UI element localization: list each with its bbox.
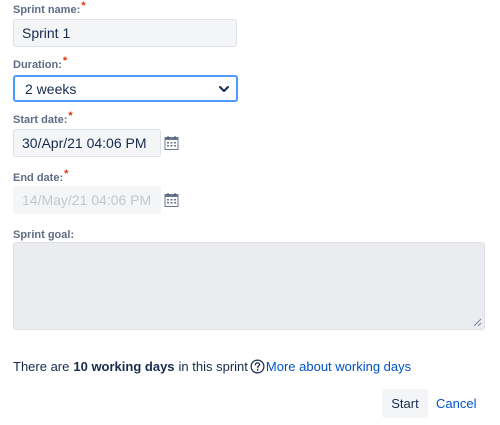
sprint-name-input[interactable]: Sprint 1 xyxy=(13,19,237,47)
required-marker: * xyxy=(62,55,68,67)
required-marker: * xyxy=(64,168,69,180)
sprint-goal-label: Sprint goal: xyxy=(13,229,75,241)
cancel-button[interactable]: Cancel xyxy=(432,389,480,418)
start-date-input[interactable]: 30/Apr/21 04:06 PM xyxy=(13,129,161,157)
chevron-down-icon xyxy=(218,83,230,95)
duration-select[interactable]: 2 weeks xyxy=(13,75,238,102)
sprint-goal-textarea[interactable] xyxy=(13,242,485,330)
start-button[interactable]: Start xyxy=(382,389,428,418)
working-days-info: There are 10 working days in this sprint… xyxy=(13,359,412,374)
question-circle-icon[interactable] xyxy=(250,359,265,374)
required-marker: * xyxy=(68,110,73,122)
resize-handle-icon[interactable] xyxy=(473,318,482,327)
sprint-name-label: Sprint name:* xyxy=(13,0,86,16)
end-date-input: 14/May/21 04:06 PM xyxy=(13,186,161,214)
duration-label: Duration:* xyxy=(13,55,68,71)
calendar-icon[interactable] xyxy=(164,135,180,151)
required-marker: * xyxy=(81,0,86,12)
more-about-working-days-link[interactable]: More about working days xyxy=(266,359,411,374)
working-days-count: 10 working days xyxy=(73,359,175,374)
calendar-icon[interactable] xyxy=(164,192,180,208)
end-date-label: End date:* xyxy=(13,168,69,184)
start-date-label: Start date:* xyxy=(13,110,73,126)
